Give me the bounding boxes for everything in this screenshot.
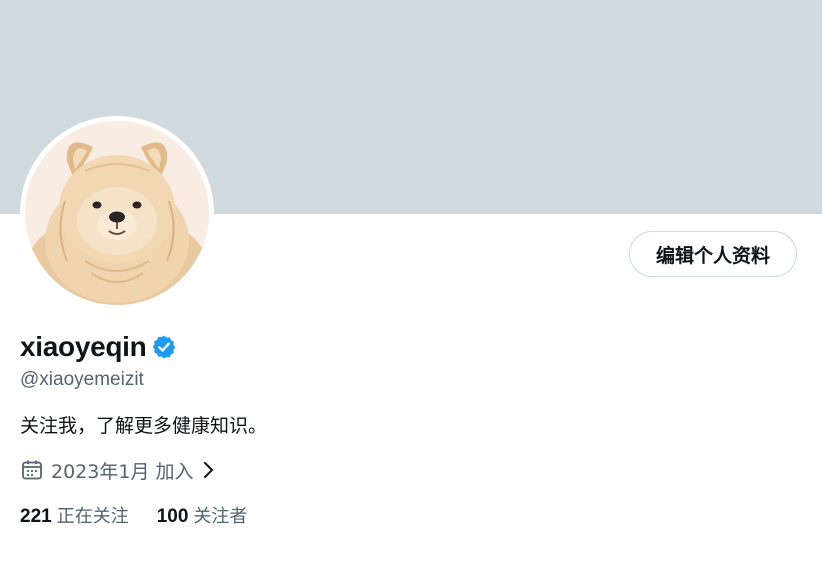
following-link[interactable]: 221 正在关注 (20, 502, 129, 528)
edit-profile-button[interactable]: 编辑个人资料 (629, 231, 797, 277)
follow-stats: 221 正在关注 100 关注者 (20, 502, 247, 528)
chow-chow-dog-icon (25, 121, 209, 305)
followers-count: 100 (156, 506, 189, 527)
avatar[interactable] (25, 121, 209, 305)
following-label: 正在关注 (56, 506, 129, 527)
profile-handle: @xiaoyemeizit (20, 369, 144, 390)
display-name: xiaoyeqin (20, 331, 147, 362)
verified-badge-icon[interactable] (151, 334, 177, 360)
following-count: 221 (20, 506, 52, 527)
calendar-icon (20, 458, 44, 482)
followers-link[interactable]: 100 关注者 (157, 502, 248, 528)
joined-date[interactable]: 2023年1月 加入 (20, 456, 217, 484)
profile-bio: 关注我，了解更多健康知识。 (20, 415, 268, 437)
followers-label: 关注者 (193, 506, 248, 527)
profile-page: 编辑个人资料 xiaoyeqin @xiaoyemeizit 关注我，了解更多健… (0, 0, 822, 572)
chevron-right-icon (199, 460, 217, 480)
profile-name-row: xiaoyeqin (20, 328, 177, 366)
joined-label: 2023年1月 加入 (51, 460, 194, 483)
